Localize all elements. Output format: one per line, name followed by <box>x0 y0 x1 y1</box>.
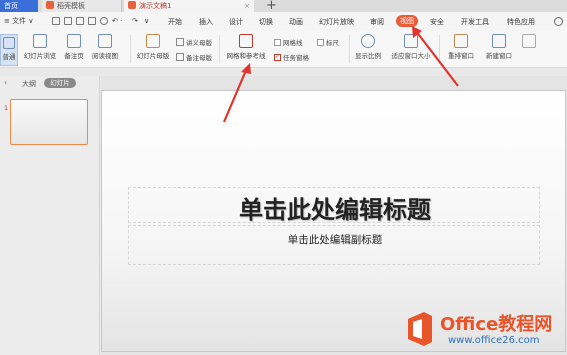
notes-page-label: 备注页 <box>64 52 84 60</box>
subtitle-placeholder[interactable]: 单击此处编辑副标题 <box>128 225 540 265</box>
menu-insert[interactable]: 插入 <box>199 17 213 27</box>
handout-master-label: 讲义母版 <box>186 39 212 47</box>
ruler-check-icon <box>317 39 324 46</box>
watermark-url: www.office26.com <box>448 335 540 346</box>
menu-special-apps[interactable]: 特色应用 <box>507 17 535 27</box>
format-painter-icon[interactable] <box>88 17 96 25</box>
zoom-button[interactable]: 显示比例 <box>352 34 384 60</box>
presentation-icon <box>128 1 136 9</box>
ribbon-divider <box>439 35 440 63</box>
slide-sorter-button[interactable]: 幻灯片浏览 <box>21 34 59 60</box>
menu-animation[interactable]: 动画 <box>289 17 303 27</box>
close-tab-icon[interactable]: × <box>244 0 250 12</box>
new-window-label: 新建窗口 <box>486 52 512 60</box>
notes-master-button[interactable]: 备注母版 <box>176 52 212 62</box>
menu-transition[interactable]: 切换 <box>259 17 273 27</box>
menu-start[interactable]: 开始 <box>168 17 182 27</box>
normal-view-label: 普通 <box>2 53 16 61</box>
ruler-checkbox[interactable]: 标尺 <box>317 37 339 47</box>
undo-icon[interactable]: ↶ · <box>112 17 122 25</box>
new-window-button[interactable]: 新建窗口 <box>482 34 516 60</box>
notes-page-button[interactable]: 备注页 <box>62 34 86 60</box>
slide-subtitle[interactable]: 单击此处编辑副标题 <box>129 232 541 247</box>
redo-icon[interactable]: ↷ <box>132 17 138 25</box>
handout-master-button[interactable]: 讲义母版 <box>176 37 212 47</box>
notes-master-icon <box>176 53 184 61</box>
menu-developer[interactable]: 开发工具 <box>461 17 489 27</box>
print-preview-icon[interactable] <box>76 17 84 25</box>
arrange-window-button[interactable]: 重排窗口 <box>443 34 479 60</box>
reading-view-label: 阅读视图 <box>92 52 118 60</box>
task-pane-checkbox[interactable]: 任务窗格 <box>274 52 309 62</box>
tab-strip: 首页 稻壳模板 演示文稿1 × + <box>0 0 567 13</box>
tab-document-label: 演示文稿1 <box>139 2 172 10</box>
normal-view-button[interactable]: 普通 <box>0 34 18 66</box>
slide-thumbnail[interactable] <box>10 99 88 145</box>
arrange-window-icon <box>454 34 468 48</box>
slide-sorter-icon <box>33 34 47 48</box>
office-logo-icon <box>408 312 432 346</box>
fit-window-button[interactable]: 适应窗口大小 <box>387 34 435 60</box>
reading-view-button[interactable]: 阅读视图 <box>89 34 121 60</box>
tab-home[interactable]: 首页 <box>0 0 38 12</box>
title-placeholder[interactable]: 单击此处编辑标题 <box>128 187 541 225</box>
new-window-icon <box>492 34 506 48</box>
office-watermark: Office教程网 www.office26.com <box>404 308 567 354</box>
more-button[interactable] <box>520 34 538 50</box>
collapse-pane-icon[interactable]: ‹ <box>4 78 7 87</box>
slide-master-label: 幻灯片母版 <box>136 52 170 60</box>
tab-slides[interactable]: 幻灯片 <box>44 78 76 88</box>
save-icon[interactable] <box>52 17 60 25</box>
print-icon[interactable] <box>64 17 72 25</box>
gridlines-label: 网格线 <box>283 39 303 47</box>
view-ribbon: 普通 幻灯片浏览 备注页 阅读视图 幻灯片母版 讲义母版 备注母版 网格和参考线… <box>0 31 567 68</box>
menu-review[interactable]: 审阅 <box>370 17 384 27</box>
normal-view-icon <box>3 37 15 49</box>
copy-icon[interactable] <box>100 17 108 25</box>
ruler-label: 标尺 <box>326 39 339 47</box>
notes-page-icon <box>67 34 81 48</box>
tab-template-label: 稻壳模板 <box>57 2 85 10</box>
search-icon[interactable] <box>554 17 563 26</box>
grid-icon <box>239 34 253 48</box>
tab-template[interactable]: 稻壳模板 <box>42 0 122 12</box>
watermark-title: Office教程网 <box>440 314 553 335</box>
ribbon-divider <box>349 35 350 63</box>
quick-access-dropdown-icon[interactable]: ∨ <box>144 17 149 25</box>
menu-security[interactable]: 安全 <box>430 17 444 27</box>
gridlines-check-icon <box>274 39 281 46</box>
slide-number: 1 <box>4 104 9 112</box>
task-pane-check-icon <box>274 54 281 61</box>
handout-master-icon <box>176 38 184 46</box>
menu-design[interactable]: 设计 <box>229 17 243 27</box>
menu-view[interactable]: 视图 <box>396 15 418 27</box>
ribbon-divider <box>130 35 131 63</box>
reading-view-icon <box>98 34 112 48</box>
grid-guides-button[interactable]: 网格和参考线 <box>222 34 270 60</box>
tab-document[interactable]: 演示文稿1 × <box>124 0 254 12</box>
pane-tabs: ‹ 大纲 幻灯片 <box>0 76 100 90</box>
slide-title[interactable]: 单击此处编辑标题 <box>129 190 541 225</box>
tab-outline[interactable]: 大纲 <box>22 79 36 89</box>
task-pane-label: 任务窗格 <box>283 54 309 62</box>
slides-pane: ‹ 大纲 幻灯片 1 <box>0 76 100 355</box>
grid-guides-label: 网格和参考线 <box>226 52 266 60</box>
slide-sorter-label: 幻灯片浏览 <box>23 52 57 60</box>
daoke-logo-icon <box>46 1 54 9</box>
fit-window-label: 适应窗口大小 <box>391 52 431 60</box>
zoom-label: 显示比例 <box>355 52 381 60</box>
slide-master-button[interactable]: 幻灯片母版 <box>134 34 172 60</box>
arrange-window-label: 重排窗口 <box>448 52 474 60</box>
menu-bar: ≡ 文件 ∨ ↶ · ↷ ∨ 开始 插入 设计 切换 动画 幻灯片放映 审阅 视… <box>0 12 567 31</box>
slide-master-icon <box>146 34 160 48</box>
fit-window-icon <box>404 34 418 48</box>
more-icon <box>522 34 536 48</box>
zoom-icon <box>361 34 375 48</box>
file-menu[interactable]: ≡ 文件 ∨ <box>4 16 33 26</box>
menu-slideshow[interactable]: 幻灯片放映 <box>319 17 354 27</box>
gridlines-checkbox[interactable]: 网格线 <box>274 37 303 47</box>
notes-master-label: 备注母版 <box>186 54 212 62</box>
ribbon-divider <box>219 35 220 63</box>
